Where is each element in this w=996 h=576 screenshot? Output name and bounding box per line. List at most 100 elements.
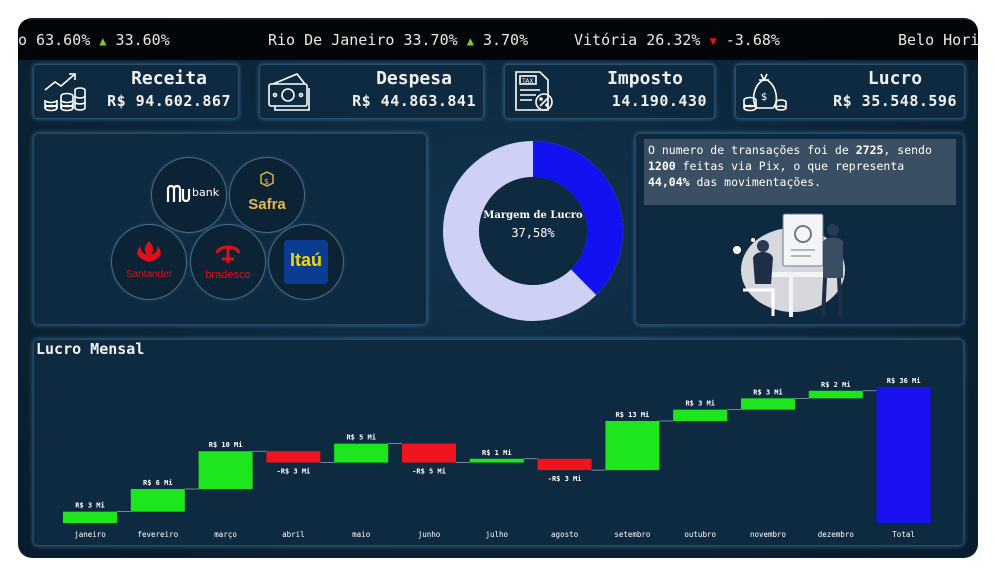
waterfall-data-label: R$ 3 Mi: [75, 502, 105, 510]
nubank-text: bank: [192, 186, 220, 199]
svg-text:$: $: [264, 177, 269, 186]
waterfall-category-label: Total: [892, 530, 915, 539]
santander-logo: Santander: [112, 225, 186, 299]
waterfall-bar: [266, 451, 321, 463]
note-pix-percent: 44,04%: [648, 175, 690, 189]
cash-bills-icon: [268, 73, 310, 111]
ticker-item: Rio De Janeiro 33.70% ▲ 3.70%: [268, 20, 528, 60]
ticker-change: -3.68%: [725, 31, 780, 49]
waterfall-data-label: R$ 5 Mi: [346, 434, 376, 442]
ticker-city: Vitória 26.32%: [574, 31, 701, 49]
waterfall-data-label: R$ 13 Mi: [616, 411, 650, 419]
kpi-imposto-title: Imposto: [607, 68, 683, 89]
arrow-up-icon: ▲: [466, 34, 474, 48]
waterfall-bar: [130, 489, 185, 512]
waterfall-data-label: R$ 6 Mi: [143, 479, 173, 487]
tax-document-icon: TAX: [515, 71, 553, 111]
bradesco-tree-icon: [215, 245, 241, 263]
safra-emblem-icon: $: [260, 171, 274, 187]
donut-value: 37,58%: [511, 226, 555, 240]
waterfall-data-label: -R$ 3 Mi: [548, 475, 582, 483]
waterfall-bar: [334, 443, 389, 463]
svg-text:TAX: TAX: [521, 78, 533, 85]
waterfall-category-label: fevereiro: [137, 530, 178, 539]
waterfall-bar: [402, 443, 456, 463]
money-bag-icon: $: [743, 73, 787, 112]
safra-text: Safra: [248, 196, 286, 213]
safra-logo: $ Safra: [230, 158, 304, 232]
transactions-note: O numero de transações foi de 2725, send…: [644, 139, 956, 205]
santander-flame-icon: [137, 241, 161, 262]
waterfall-category-label: janeiro: [74, 530, 106, 539]
waterfall-bar: [537, 458, 592, 471]
ticker-change: 33.60%: [115, 31, 170, 49]
waterfall-category-label: abril: [282, 530, 305, 539]
waterfall-bar: [741, 398, 795, 410]
waterfall-category-label: março: [214, 530, 237, 539]
waterfall-category-label: dezembro: [818, 530, 855, 539]
waterfall-bar: [673, 409, 728, 421]
note-text-2: , sendo: [883, 143, 932, 157]
city-ticker: o 63.60% ▲ 33.60% Rio De Janeiro 33.70% ▲…: [18, 20, 978, 60]
waterfall-data-label: -R$ 3 Mi: [277, 468, 311, 476]
bradesco-logo: bradesco: [191, 225, 265, 299]
note-text-3: feitas via Pix, o que representa: [675, 159, 905, 173]
kpi-receita: Receita R$ 94.602.867: [33, 64, 239, 119]
arrow-down-icon: ▼: [709, 34, 717, 48]
kpi-despesa-value: R$ 44.863.841: [352, 92, 476, 110]
kpi-despesa: Despesa R$ 44.863.841: [259, 64, 484, 119]
kpi-imposto: TAX Imposto 14.190.430: [504, 64, 715, 119]
waterfall-bar: [808, 390, 863, 399]
waterfall-category-label: junho: [418, 530, 441, 539]
arrow-up-icon: ▲: [99, 34, 107, 48]
waterfall-bar: [63, 511, 117, 523]
note-text-4: das movimentações.: [689, 175, 822, 189]
waterfall-category-label: setembro: [614, 530, 651, 539]
kpi-despesa-title: Despesa: [376, 68, 452, 89]
ticker-change: 3.70%: [482, 31, 529, 49]
ticker-city: Rio De Janeiro 33.70%: [268, 31, 458, 49]
nubank-logo: bank: [152, 158, 226, 232]
waterfall-bar: [198, 451, 253, 489]
ticker-city: Belo Hori: [898, 31, 978, 49]
santander-text: Santander: [125, 269, 173, 280]
waterfall-data-label: R$ 3 Mi: [753, 388, 783, 396]
waterfall-category-label: julho: [486, 530, 509, 539]
waterfall-category-label: maio: [352, 530, 371, 539]
kpi-receita-value: R$ 94.602.867: [107, 92, 231, 110]
waterfall-data-label: R$ 2 Mi: [821, 381, 851, 389]
waterfall-data-label: -R$ 5 Mi: [412, 468, 446, 476]
itau-logo: Itaú: [269, 225, 343, 299]
note-text-1: O numero de transações foi de: [648, 143, 856, 157]
waterfall-category-label: outubro: [684, 530, 716, 539]
svg-text:$: $: [761, 92, 767, 103]
waterfall-data-label: R$ 36 Mi: [887, 377, 921, 385]
banks-panel: bank $ Safra Santander bradesco Itaú: [33, 133, 427, 325]
business-illustration: [733, 213, 845, 319]
ticker-city: o 63.60%: [18, 31, 91, 49]
revenue-growth-icon: [44, 73, 86, 112]
donut-label: Margem de Lucro: [483, 210, 583, 221]
profit-margin-donut: Margem de Lucro 37,58%: [443, 141, 623, 321]
itau-badge: Itaú: [284, 240, 328, 284]
waterfall-data-label: R$ 1 Mi: [482, 449, 512, 457]
kpi-lucro-title: Lucro: [867, 68, 923, 89]
note-transactions-count: 2725: [855, 143, 884, 157]
kpi-imposto-value: 14.190.430: [611, 92, 707, 110]
waterfall-category-label: agosto: [551, 530, 579, 539]
kpi-receita-title: Receita: [131, 68, 207, 89]
note-pix-count: 1200: [648, 159, 676, 173]
monthly-profit-waterfall: R$ 3 Mi janeiro R$ 6 Mi fevereiro R$ 10 Mi ma…: [63, 377, 931, 539]
ticker-item: Vitória 26.32% ▼ -3.68%: [574, 20, 780, 60]
itau-text: Itaú: [289, 250, 322, 270]
waterfall-data-label: R$ 10 Mi: [209, 441, 243, 449]
waterfall-bar: [876, 387, 931, 523]
dashboard-frame: o 63.60% ▲ 33.60% Rio De Janeiro 33.70% ▲…: [18, 18, 978, 558]
ticker-item: o 63.60% ▲ 33.60%: [18, 20, 170, 60]
ticker-item: Belo Hori: [898, 20, 978, 60]
waterfall-bar: [469, 458, 524, 463]
bradesco-text: bradesco: [205, 269, 251, 281]
waterfall-bar: [605, 421, 660, 471]
kpi-lucro: $ Lucro R$ 35.548.596: [735, 64, 965, 119]
waterfall-data-label: R$ 3 Mi: [685, 400, 715, 408]
